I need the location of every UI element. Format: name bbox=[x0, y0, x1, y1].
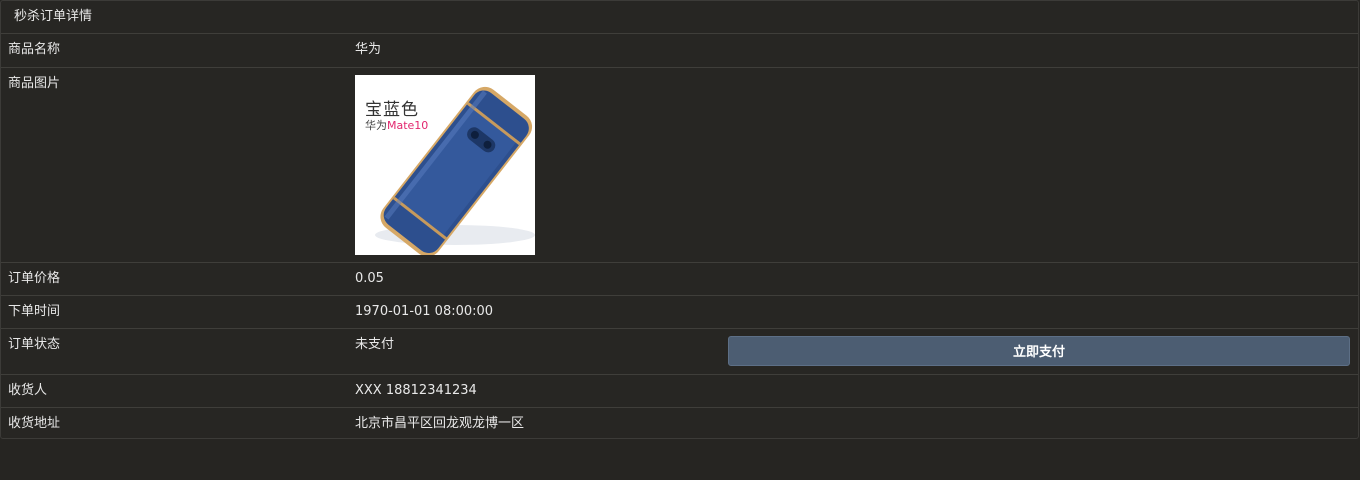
order-status-label: 订单状态 bbox=[1, 328, 348, 375]
row-address: 收货地址 北京市昌平区回龙观龙博一区 bbox=[1, 407, 1358, 439]
order-time-value-text: 1970-01-01 08:00:00 bbox=[355, 303, 494, 319]
order-status-label-text: 订单状态 bbox=[8, 336, 61, 352]
receiver-extra bbox=[728, 374, 1358, 408]
address-value: 北京市昌平区回龙观龙博一区 bbox=[348, 407, 728, 439]
receiver-label: 收货人 bbox=[1, 374, 348, 408]
product-image-cell: 宝蓝色 华为Mate10 bbox=[348, 67, 728, 263]
product-image-label: 商品图片 bbox=[1, 67, 348, 263]
address-value-text: 北京市昌平区回龙观龙博一区 bbox=[355, 415, 525, 431]
address-extra bbox=[728, 407, 1358, 439]
product-image-extra bbox=[728, 67, 1358, 263]
address-label-text: 收货地址 bbox=[8, 415, 61, 431]
product-image-label-text: 商品图片 bbox=[8, 75, 61, 91]
order-price-value: 0.05 bbox=[348, 262, 728, 296]
row-order-status: 订单状态 未支付 立即支付 bbox=[1, 328, 1358, 375]
image-subtitle-model: Mate10 bbox=[387, 118, 429, 132]
order-price-value-text: 0.05 bbox=[355, 270, 384, 286]
row-product-name: 商品名称 华为 bbox=[1, 34, 1358, 68]
image-subtitle: 华为Mate10 bbox=[365, 117, 428, 133]
row-order-price: 订单价格 0.05 bbox=[1, 262, 1358, 296]
order-time-label-text: 下单时间 bbox=[8, 303, 61, 319]
row-product-image: 商品图片 宝蓝色 华为Mate10 bbox=[1, 67, 1358, 263]
order-detail-table: 商品名称 华为 商品图片 宝蓝色 华为Mate10 订单价格 0.05 下单时间… bbox=[1, 34, 1358, 439]
receiver-value: XXX 18812341234 bbox=[348, 374, 728, 408]
row-order-time: 下单时间 1970-01-01 08:00:00 bbox=[1, 295, 1358, 329]
order-time-value: 1970-01-01 08:00:00 bbox=[348, 295, 728, 329]
order-status-action: 立即支付 bbox=[728, 328, 1358, 375]
order-time-label: 下单时间 bbox=[1, 295, 348, 329]
product-name-label-text: 商品名称 bbox=[8, 42, 61, 57]
product-name-extra bbox=[728, 34, 1358, 68]
order-time-extra bbox=[728, 295, 1358, 329]
order-status-value: 未支付 bbox=[348, 328, 728, 375]
product-name-label: 商品名称 bbox=[1, 34, 348, 68]
pay-now-button[interactable]: 立即支付 bbox=[728, 335, 1350, 366]
receiver-label-text: 收货人 bbox=[8, 382, 48, 398]
product-name-value-text: 华为 bbox=[355, 42, 382, 57]
order-status-value-text: 未支付 bbox=[355, 336, 395, 352]
order-price-label-text: 订单价格 bbox=[8, 270, 61, 286]
product-name-value: 华为 bbox=[348, 34, 728, 68]
order-price-extra bbox=[728, 262, 1358, 296]
order-price-label: 订单价格 bbox=[1, 262, 348, 296]
product-image: 宝蓝色 华为Mate10 bbox=[355, 74, 535, 255]
image-subtitle-prefix: 华为 bbox=[365, 118, 387, 132]
order-detail-panel: 秒杀订单详情 商品名称 华为 商品图片 宝蓝色 华为Mate10 订单价格 0.… bbox=[0, 0, 1359, 439]
address-label: 收货地址 bbox=[1, 407, 348, 439]
panel-title: 秒杀订单详情 bbox=[1, 1, 1358, 34]
receiver-value-text: XXX 18812341234 bbox=[355, 382, 477, 398]
row-receiver: 收货人 XXX 18812341234 bbox=[1, 374, 1358, 408]
